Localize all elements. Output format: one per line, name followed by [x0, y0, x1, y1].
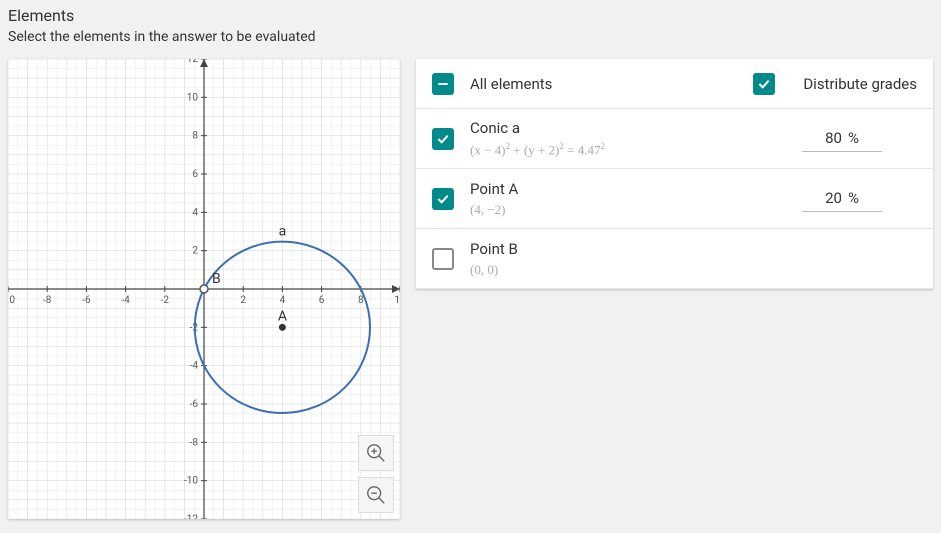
- svg-text:-10: -10: [184, 476, 198, 487]
- element-checkbox[interactable]: [432, 248, 454, 270]
- element-checkbox[interactable]: [432, 128, 454, 150]
- svg-text:10: 10: [394, 295, 400, 306]
- svg-text:-4: -4: [121, 295, 130, 306]
- svg-text:-8: -8: [190, 437, 199, 448]
- element-checkbox[interactable]: [432, 188, 454, 210]
- element-row: Conic a (x − 4)2 + (y + 2)2 = 4.472 80%: [416, 109, 933, 169]
- svg-text:a: a: [279, 224, 287, 240]
- svg-text:A: A: [278, 308, 287, 324]
- svg-text:-12: -12: [184, 514, 198, 519]
- svg-text:4: 4: [280, 295, 286, 306]
- percent-input[interactable]: 80%: [802, 125, 882, 152]
- element-label: Point A: [470, 180, 767, 198]
- svg-text:10: 10: [187, 92, 199, 103]
- svg-text:-10: -10: [8, 295, 15, 306]
- percent-symbol: %: [848, 189, 859, 207]
- percent-input[interactable]: 20%: [802, 185, 882, 212]
- zoom-out-icon: [365, 484, 387, 506]
- svg-text:2: 2: [240, 295, 246, 306]
- svg-text:8: 8: [192, 131, 198, 142]
- page-subtitle: Select the elements in the answer to be …: [8, 29, 933, 45]
- element-equation: (4, −2): [470, 202, 767, 218]
- all-elements-label: All elements: [470, 75, 753, 93]
- element-label: Point B: [470, 240, 767, 258]
- check-icon: [435, 131, 451, 147]
- svg-text:B: B: [212, 271, 221, 287]
- page-title: Elements: [8, 6, 933, 25]
- percent-value: 20: [825, 189, 842, 207]
- svg-text:12: 12: [187, 59, 199, 65]
- zoom-out-button[interactable]: [358, 477, 394, 513]
- check-icon: [435, 191, 451, 207]
- svg-text:-6: -6: [190, 399, 199, 410]
- element-equation: (x − 4)2 + (y + 2)2 = 4.472: [470, 141, 767, 158]
- element-row: Point B (0, 0): [416, 229, 933, 289]
- graph-panel[interactable]: -10-8-6-4-2246810-12-10-8-6-4-224681012a…: [8, 59, 400, 519]
- svg-text:2: 2: [192, 246, 198, 257]
- check-icon: [756, 76, 772, 92]
- all-elements-checkbox[interactable]: [432, 73, 454, 95]
- svg-text:4: 4: [192, 207, 198, 218]
- distribute-grades-label: Distribute grades: [803, 75, 917, 93]
- svg-text:6: 6: [319, 295, 325, 306]
- percent-symbol: %: [848, 129, 859, 147]
- percent-value: 80: [825, 129, 842, 147]
- svg-text:8: 8: [358, 295, 364, 306]
- indeterminate-icon: [435, 76, 451, 92]
- distribute-grades-checkbox[interactable]: [753, 73, 775, 95]
- element-row: Point A (4, −2) 20%: [416, 169, 933, 229]
- svg-text:-8: -8: [43, 295, 52, 306]
- element-equation: (0, 0): [470, 262, 767, 278]
- element-label: Conic a: [470, 119, 767, 137]
- top-row: All elements Distribute grades: [416, 59, 933, 109]
- svg-text:-6: -6: [82, 295, 91, 306]
- svg-text:-2: -2: [161, 295, 170, 306]
- graph-plot[interactable]: -10-8-6-4-2246810-12-10-8-6-4-224681012a…: [8, 59, 400, 519]
- zoom-in-icon: [365, 442, 387, 464]
- svg-text:6: 6: [192, 169, 198, 180]
- zoom-in-button[interactable]: [358, 435, 394, 471]
- elements-list: All elements Distribute grades Conic a (x…: [416, 59, 933, 289]
- svg-text:-4: -4: [190, 361, 199, 372]
